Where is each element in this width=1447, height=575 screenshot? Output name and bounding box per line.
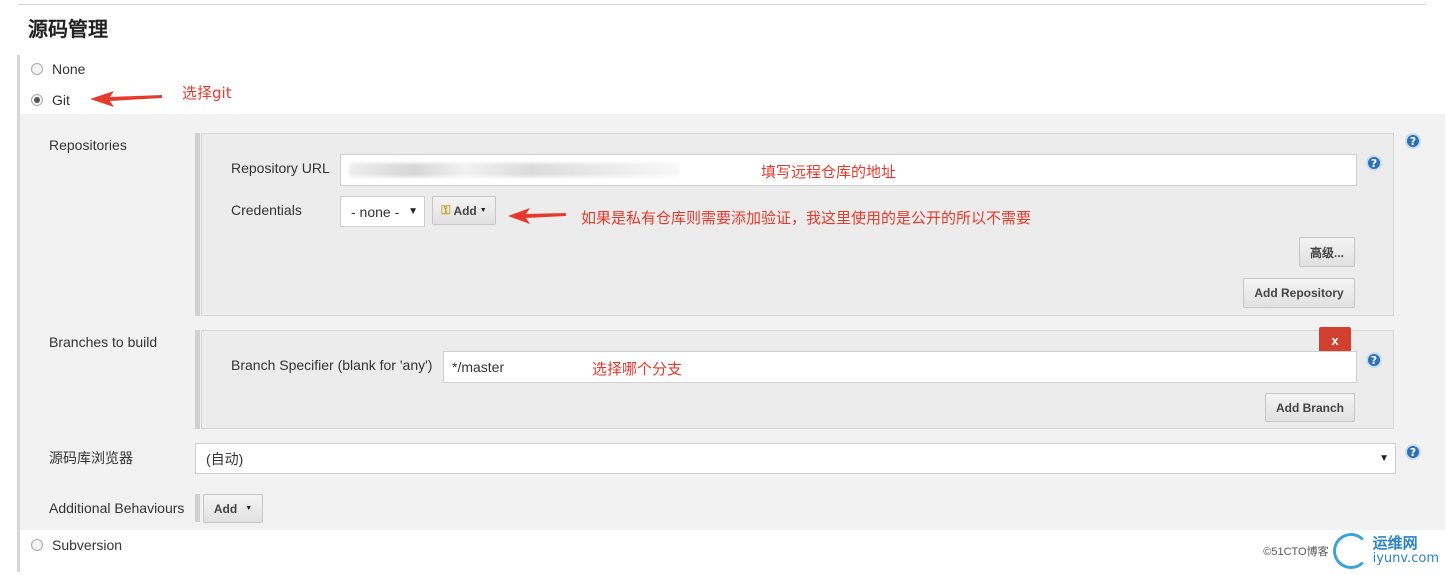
radio-none-label: None — [52, 61, 86, 77]
annotation-url: 填写远程仓库的地址 — [761, 163, 897, 181]
additional-rail — [195, 494, 200, 522]
chevron-down-icon: ▼ — [408, 206, 418, 217]
credentials-add-button[interactable]: ⚿ Add ▼ — [432, 196, 496, 225]
credentials-selected: - none - — [351, 203, 400, 220]
repository-url-help-icon[interactable]: ? — [1366, 155, 1382, 171]
repositories-rail — [195, 133, 200, 316]
radio-git-label: Git — [52, 92, 70, 108]
radio-option-none[interactable]: None — [31, 61, 85, 77]
watermark-en: iyunv.com — [1372, 551, 1439, 566]
credentials-label: Credentials — [231, 202, 302, 218]
repositories-label: Repositories — [49, 137, 127, 153]
repository-url-label: Repository URL — [231, 160, 330, 176]
radio-subversion[interactable] — [31, 539, 43, 551]
branches-label: Branches to build — [49, 334, 158, 350]
branch-specifier-input[interactable]: */master — [443, 351, 1357, 383]
section-title: 源码管理 — [28, 17, 108, 41]
branch-specifier-help-icon[interactable]: ? — [1366, 352, 1382, 368]
repo-browser-select[interactable]: (自动) ▼ — [195, 443, 1396, 474]
radio-option-subversion[interactable]: Subversion — [31, 537, 122, 553]
delete-branch-button[interactable]: x — [1319, 327, 1351, 353]
key-icon: ⚿ — [441, 203, 451, 217]
annotation-credentials: 如果是私有仓库则需要添加验证，我这里使用的是公开的所以不需要 — [581, 209, 1032, 227]
repo-browser-label: 源码库浏览器 — [49, 450, 133, 466]
watermark: ©51CTO博客 运维网 iyunv.com — [1263, 533, 1439, 569]
watermark-cn: 运维网 — [1372, 534, 1418, 552]
credentials-add-label: Add — [453, 203, 477, 218]
repo-browser-help-icon[interactable]: ? — [1405, 444, 1421, 460]
radio-git[interactable] — [31, 94, 43, 106]
radio-subversion-label: Subversion — [52, 537, 123, 553]
advanced-button[interactable]: 高级... — [1299, 237, 1355, 267]
add-branch-button[interactable]: Add Branch — [1265, 393, 1355, 422]
additional-behaviours-label: Additional Behaviours — [49, 500, 185, 516]
additional-add-button[interactable]: Add ▼ — [203, 494, 263, 523]
repo-browser-selected: (自动) — [206, 450, 244, 467]
radio-option-git[interactable]: Git — [31, 92, 70, 108]
add-repository-button[interactable]: Add Repository — [1243, 278, 1355, 308]
watermark-text: 运维网 iyunv.com — [1373, 535, 1439, 567]
repositories-help-icon[interactable]: ? — [1405, 133, 1421, 149]
annotation-branch: 选择哪个分支 — [592, 360, 683, 378]
radio-none[interactable] — [31, 63, 43, 75]
repository-url-blurred — [349, 163, 679, 177]
annotation-arrow-credentials-icon — [508, 208, 566, 224]
branch-specifier-label: Branch Specifier (blank for 'any') — [231, 357, 433, 373]
credentials-select[interactable]: - none - ▼ — [340, 196, 425, 227]
annotation-git: 选择git — [182, 84, 232, 102]
chevron-down-icon: ▼ — [1379, 453, 1389, 464]
watermark-prefix: ©51CTO博客 — [1263, 546, 1329, 558]
annotation-arrow-git-icon — [90, 91, 162, 107]
branches-rail — [195, 330, 200, 429]
watermark-logo-icon — [1332, 533, 1369, 569]
caret-down-icon: ▼ — [479, 207, 487, 214]
top-divider — [18, 4, 1426, 5]
additional-add-label: Add — [213, 501, 238, 516]
caret-down-icon: ▼ — [245, 505, 253, 512]
